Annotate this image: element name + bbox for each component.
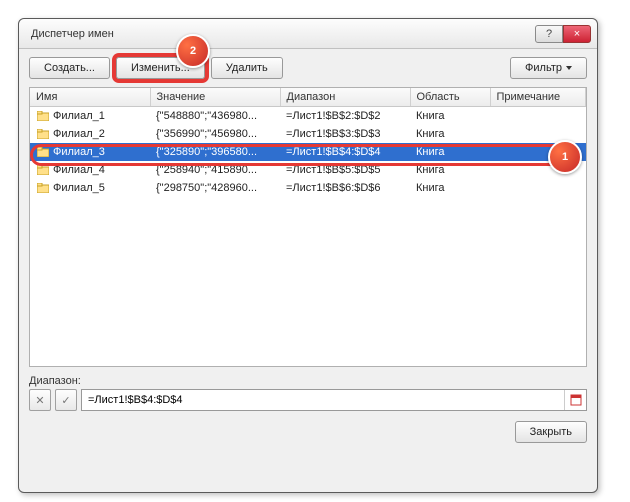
cell: {"356990";"456980... <box>150 125 280 143</box>
cell <box>490 107 586 125</box>
table-row[interactable]: Филиал_4{"258940";"415890...=Лист1!$B$5:… <box>30 161 586 179</box>
range-section: Диапазон: ✕ ✓ <box>29 375 587 411</box>
cell: Книга <box>410 107 490 125</box>
name-icon <box>36 128 50 140</box>
cell: =Лист1!$B$6:$D$6 <box>280 179 410 197</box>
cell: Филиал_1 <box>30 107 150 125</box>
cell <box>490 125 586 143</box>
help-button[interactable]: ? <box>535 25 563 43</box>
cell: =Лист1!$B$5:$D$5 <box>280 161 410 179</box>
cell: =Лист1!$B$2:$D$2 <box>280 107 410 125</box>
table-header-row[interactable]: Имя Значение Диапазон Область Примечание <box>30 88 586 107</box>
name-manager-dialog: Диспетчер имен ? × Создать... Изменить..… <box>18 18 598 493</box>
check-icon: ✓ <box>61 394 70 407</box>
delete-button[interactable]: Удалить <box>211 57 283 79</box>
window-title: Диспетчер имен <box>31 28 535 40</box>
col-value[interactable]: Значение <box>150 88 280 107</box>
cell: {"325890";"396580... <box>150 143 280 161</box>
toolbar: Создать... Изменить... Удалить Фильтр <box>19 49 597 87</box>
table-row[interactable]: Филиал_3{"325890";"396580...=Лист1!$B$4:… <box>30 143 586 161</box>
range-label: Диапазон: <box>29 375 587 387</box>
close-button[interactable]: × <box>563 25 591 43</box>
create-button[interactable]: Создать... <box>29 57 110 79</box>
filter-button[interactable]: Фильтр <box>510 57 587 79</box>
cell: Филиал_4 <box>30 161 150 179</box>
cell: Книга <box>410 179 490 197</box>
range-input-wrap <box>81 389 587 411</box>
x-icon: ✕ <box>35 394 44 407</box>
close-icon: × <box>574 28 580 40</box>
cell: Филиал_5 <box>30 179 150 197</box>
name-icon <box>36 110 50 122</box>
cell: {"258940";"415890... <box>150 161 280 179</box>
cell: =Лист1!$B$3:$D$3 <box>280 125 410 143</box>
table-row[interactable]: Филиал_5{"298750";"428960...=Лист1!$B$6:… <box>30 179 586 197</box>
cell: {"298750";"428960... <box>150 179 280 197</box>
name-icon <box>36 146 50 158</box>
cell: Филиал_2 <box>30 125 150 143</box>
cell: Книга <box>410 143 490 161</box>
names-list[interactable]: Имя Значение Диапазон Область Примечание… <box>29 87 587 367</box>
name-icon <box>36 182 50 194</box>
chevron-down-icon <box>566 66 572 70</box>
col-comment[interactable]: Примечание <box>490 88 586 107</box>
col-name[interactable]: Имя <box>30 88 150 107</box>
range-input[interactable] <box>82 390 564 410</box>
callout-1: 1 <box>548 140 582 174</box>
spreadsheet-icon <box>570 394 582 406</box>
table-row[interactable]: Филиал_2{"356990";"456980...=Лист1!$B$3:… <box>30 125 586 143</box>
table-row[interactable]: Филиал_1{"548880";"436980...=Лист1!$B$2:… <box>30 107 586 125</box>
cancel-range-button[interactable]: ✕ <box>29 389 51 411</box>
name-icon <box>36 164 50 176</box>
dialog-footer: Закрыть <box>19 411 597 453</box>
close-dialog-button[interactable]: Закрыть <box>515 421 587 443</box>
cell: =Лист1!$B$4:$D$4 <box>280 143 410 161</box>
cell: Книга <box>410 125 490 143</box>
cell: Книга <box>410 161 490 179</box>
cell: {"548880";"436980... <box>150 107 280 125</box>
cell: Филиал_3 <box>30 143 150 161</box>
help-icon: ? <box>546 28 552 40</box>
collapse-dialog-button[interactable] <box>564 390 586 410</box>
col-scope[interactable]: Область <box>410 88 490 107</box>
col-range[interactable]: Диапазон <box>280 88 410 107</box>
callout-2: 2 <box>176 34 210 68</box>
accept-range-button[interactable]: ✓ <box>55 389 77 411</box>
cell <box>490 179 586 197</box>
titlebar: Диспетчер имен ? × <box>19 19 597 49</box>
